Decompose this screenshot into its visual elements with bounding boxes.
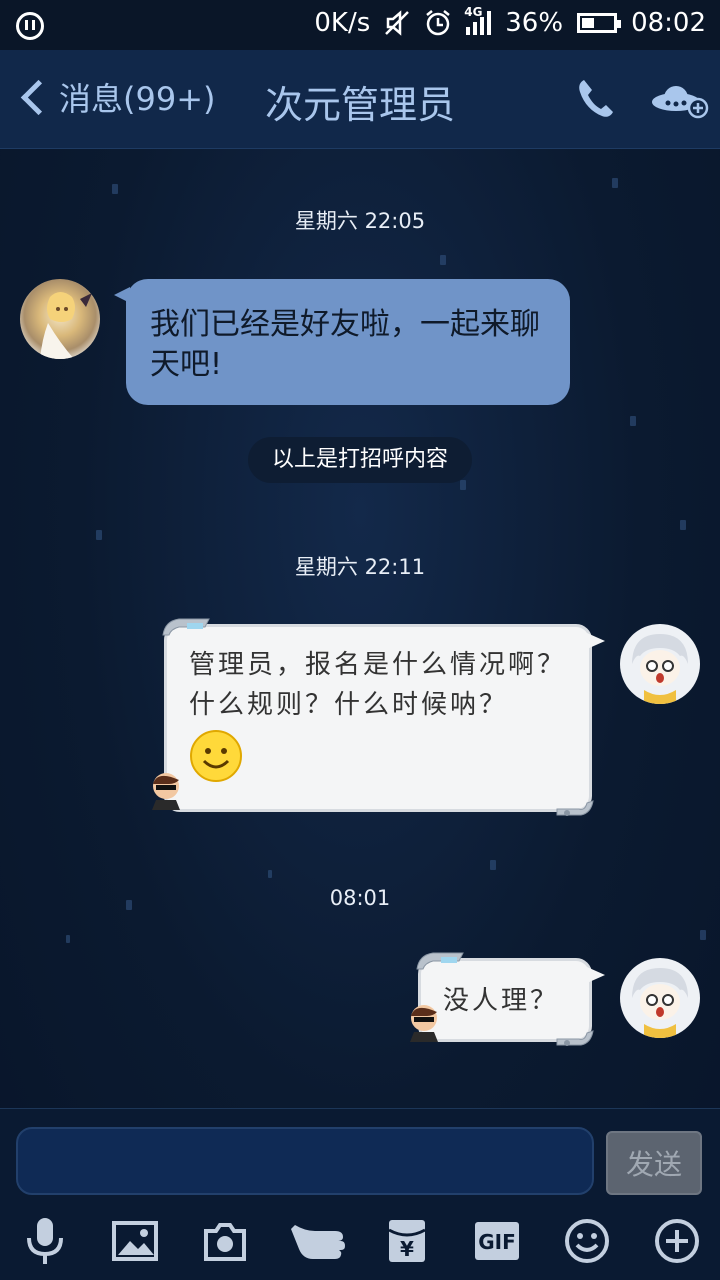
chevron-left-icon bbox=[20, 79, 57, 115]
battery-percent: 36% bbox=[505, 8, 564, 38]
gif-icon[interactable]: GIF bbox=[470, 1214, 524, 1268]
red-packet-icon[interactable]: ¥ bbox=[380, 1214, 434, 1268]
incoming-message-bubble[interactable]: 我们已经是好友啦，一起来聊天吧! bbox=[114, 279, 570, 405]
background-star bbox=[460, 480, 466, 490]
group-add-icon[interactable] bbox=[650, 76, 710, 120]
alarm-icon bbox=[426, 10, 451, 36]
anime-character-avatar-icon bbox=[632, 634, 688, 704]
my-avatar[interactable] bbox=[620, 624, 700, 704]
my-avatar[interactable] bbox=[620, 958, 700, 1038]
bubble-pendant-icon bbox=[152, 773, 180, 810]
message-text: 没人理？ bbox=[443, 986, 560, 1016]
message-timestamp: 星期六 22:05 bbox=[294, 209, 426, 233]
back-button[interactable]: 消息(99+) bbox=[20, 74, 216, 120]
message-input[interactable] bbox=[16, 1127, 594, 1195]
background-star bbox=[630, 416, 636, 426]
network-type: 4G bbox=[464, 5, 483, 19]
outgoing-message-bubble[interactable]: 管理员，报名是什么情况啊？什么规则？什么时候呐？ bbox=[162, 618, 605, 816]
smile-emoji-icon bbox=[190, 730, 242, 782]
emoji-icon[interactable] bbox=[560, 1214, 614, 1268]
camera-icon[interactable] bbox=[198, 1214, 252, 1268]
background-star bbox=[700, 930, 706, 940]
gif-label: GIF bbox=[478, 1230, 516, 1254]
clock: 08:02 bbox=[631, 8, 706, 38]
notification-icon bbox=[16, 12, 44, 40]
outgoing-message-bubble[interactable]: 没人理？ bbox=[416, 952, 605, 1046]
chat-header: 消息(99+) 次元管理员 bbox=[0, 50, 720, 149]
anime-character-avatar-icon bbox=[40, 292, 92, 359]
send-button[interactable]: 发送 bbox=[606, 1131, 702, 1195]
chat-screen: 0K/s 4G 36% 08:02 消息(99+) 次元管理员 星期六 22:0… bbox=[0, 0, 720, 1280]
background-star bbox=[612, 178, 618, 188]
message-text: 管理员，报名是什么情况啊？什么规则？什么时候呐？ bbox=[189, 650, 567, 720]
bubble-clip-decoration bbox=[162, 618, 210, 636]
plus-icon[interactable] bbox=[650, 1214, 704, 1268]
message-text: 我们已经是好友啦，一起来聊天吧! bbox=[150, 307, 540, 382]
background-star bbox=[490, 860, 496, 870]
message-timestamp: 星期六 22:11 bbox=[294, 555, 426, 579]
bubble-clip-decoration bbox=[416, 952, 464, 970]
background-star bbox=[66, 935, 70, 943]
bubble-pendant-icon bbox=[410, 1005, 438, 1042]
contact-avatar[interactable] bbox=[20, 279, 100, 359]
bubble-clip-decoration bbox=[556, 1030, 594, 1046]
image-icon[interactable] bbox=[108, 1214, 162, 1268]
network-speed: 0K/s bbox=[314, 8, 371, 38]
system-notice: 以上是打招呼内容 bbox=[248, 437, 472, 483]
yen-label: ¥ bbox=[400, 1237, 414, 1261]
anime-character-avatar-icon bbox=[632, 968, 688, 1038]
mute-icon bbox=[385, 10, 410, 36]
message-timestamp: 08:01 bbox=[329, 886, 391, 910]
bubble-clip-decoration bbox=[556, 800, 594, 816]
background-star bbox=[96, 530, 102, 540]
microphone-icon[interactable] bbox=[18, 1214, 72, 1268]
phone-icon[interactable] bbox=[574, 76, 618, 120]
status-bar: 0K/s 4G 36% 08:02 bbox=[0, 0, 720, 50]
battery-icon bbox=[577, 13, 622, 33]
background-star bbox=[268, 870, 272, 878]
poke-icon[interactable] bbox=[288, 1214, 348, 1268]
background-star bbox=[440, 255, 446, 265]
background-star bbox=[112, 184, 118, 194]
background-star bbox=[680, 520, 686, 530]
back-label: 消息(99+) bbox=[59, 80, 216, 118]
